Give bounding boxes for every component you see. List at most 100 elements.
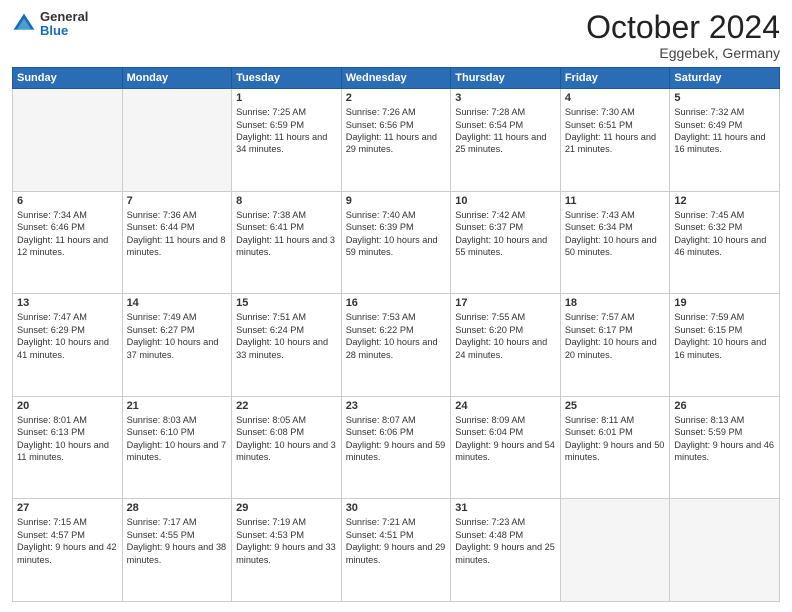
col-thursday: Thursday xyxy=(451,68,561,89)
day-info: Sunrise: 7:34 AMSunset: 6:46 PMDaylight:… xyxy=(17,209,118,259)
day-number: 12 xyxy=(674,195,775,207)
calendar-cell: 31 Sunrise: 7:23 AMSunset: 4:48 PMDayligh… xyxy=(451,499,561,602)
day-info: Sunrise: 7:21 AMSunset: 4:51 PMDaylight:… xyxy=(346,516,447,566)
day-number: 6 xyxy=(17,195,118,207)
title-block: October 2024 Eggebek, Germany xyxy=(586,10,780,61)
calendar-cell: 16Sunrise: 7:53 AMSunset: 6:22 PMDayligh… xyxy=(341,294,451,397)
header: General Blue October 2024 Eggebek, Germa… xyxy=(12,10,780,61)
day-info: Sunrise: 8:11 AMSunset: 6:01 PMDaylight:… xyxy=(565,414,666,464)
day-info: Sunrise: 8:01 AMSunset: 6:13 PMDaylight:… xyxy=(17,414,118,464)
day-number: 30 xyxy=(346,502,447,514)
col-monday: Monday xyxy=(122,68,232,89)
calendar-cell: 9 Sunrise: 7:40 AMSunset: 6:39 PMDaylight… xyxy=(341,191,451,294)
day-info: Sunrise: 7:32 AMSunset: 6:49 PMDaylight:… xyxy=(674,106,775,156)
calendar-cell: 20 Sunrise: 8:01 AMSunset: 6:13 PMDayligh… xyxy=(13,396,123,499)
day-number: 18 xyxy=(565,297,666,309)
day-info: Sunrise: 7:45 AMSunset: 6:32 PMDaylight:… xyxy=(674,209,775,259)
calendar-cell: 24 Sunrise: 8:09 AMSunset: 6:04 PMDayligh… xyxy=(451,396,561,499)
day-info: Sunrise: 7:49 AMSunset: 6:27 PMDaylight:… xyxy=(127,311,228,361)
calendar-cell: 5 Sunrise: 7:32 AMSunset: 6:49 PMDaylight… xyxy=(670,89,780,192)
day-number: 14 xyxy=(127,297,228,309)
col-wednesday: Wednesday xyxy=(341,68,451,89)
day-number: 10 xyxy=(455,195,556,207)
day-info: Sunrise: 7:28 AMSunset: 6:54 PMDaylight:… xyxy=(455,106,556,156)
calendar-cell xyxy=(560,499,670,602)
calendar-cell: 10 Sunrise: 7:42 AMSunset: 6:37 PMDayligh… xyxy=(451,191,561,294)
day-number: 17 xyxy=(455,297,556,309)
calendar-cell: 1 Sunrise: 7:25 AMSunset: 6:59 PMDaylight… xyxy=(232,89,342,192)
calendar-week-row: 27Sunrise: 7:15 AMSunset: 4:57 PMDayligh… xyxy=(13,499,780,602)
day-number: 26 xyxy=(674,400,775,412)
day-number: 21 xyxy=(127,400,228,412)
day-info: Sunrise: 8:05 AMSunset: 6:08 PMDaylight:… xyxy=(236,414,337,464)
calendar-cell: 19Sunrise: 7:59 AMSunset: 6:15 PMDayligh… xyxy=(670,294,780,397)
calendar-cell xyxy=(670,499,780,602)
day-number: 23 xyxy=(346,400,447,412)
calendar-header-row: Sunday Monday Tuesday Wednesday Thursday… xyxy=(13,68,780,89)
calendar-cell: 6 Sunrise: 7:34 AMSunset: 6:46 PMDaylight… xyxy=(13,191,123,294)
day-number: 9 xyxy=(346,195,447,207)
month-title: October 2024 xyxy=(586,10,780,45)
day-number: 3 xyxy=(455,92,556,104)
day-info: Sunrise: 7:43 AMSunset: 6:34 PMDaylight:… xyxy=(565,209,666,259)
calendar-cell: 8 Sunrise: 7:38 AMSunset: 6:41 PMDaylight… xyxy=(232,191,342,294)
day-number: 22 xyxy=(236,400,337,412)
calendar-week-row: 13 Sunrise: 7:47 AMSunset: 6:29 PMDayligh… xyxy=(13,294,780,397)
day-number: 31 xyxy=(455,502,556,514)
calendar-cell: 21 Sunrise: 8:03 AMSunset: 6:10 PMDayligh… xyxy=(122,396,232,499)
day-info: Sunrise: 7:23 AMSunset: 4:48 PMDaylight:… xyxy=(455,516,556,566)
calendar-week-row: 6 Sunrise: 7:34 AMSunset: 6:46 PMDaylight… xyxy=(13,191,780,294)
day-number: 20 xyxy=(17,400,118,412)
day-info: Sunrise: 7:55 AMSunset: 6:20 PMDaylight:… xyxy=(455,311,556,361)
day-info: Sunrise: 7:40 AMSunset: 6:39 PMDaylight:… xyxy=(346,209,447,259)
logo-blue-text: Blue xyxy=(40,24,88,38)
day-info: Sunrise: 7:30 AMSunset: 6:51 PMDaylight:… xyxy=(565,106,666,156)
calendar-cell: 23Sunrise: 8:07 AMSunset: 6:06 PMDayligh… xyxy=(341,396,451,499)
calendar-cell xyxy=(122,89,232,192)
day-info: Sunrise: 7:38 AMSunset: 6:41 PMDaylight:… xyxy=(236,209,337,259)
calendar-week-row: 1 Sunrise: 7:25 AMSunset: 6:59 PMDaylight… xyxy=(13,89,780,192)
day-number: 11 xyxy=(565,195,666,207)
calendar-cell: 3 Sunrise: 7:28 AMSunset: 6:54 PMDaylight… xyxy=(451,89,561,192)
calendar-cell: 12 Sunrise: 7:45 AMSunset: 6:32 PMDayligh… xyxy=(670,191,780,294)
calendar-cell: 11 Sunrise: 7:43 AMSunset: 6:34 PMDayligh… xyxy=(560,191,670,294)
day-info: Sunrise: 7:42 AMSunset: 6:37 PMDaylight:… xyxy=(455,209,556,259)
col-sunday: Sunday xyxy=(13,68,123,89)
location: Eggebek, Germany xyxy=(586,45,780,61)
day-info: Sunrise: 7:25 AMSunset: 6:59 PMDaylight:… xyxy=(236,106,337,156)
day-info: Sunrise: 7:57 AMSunset: 6:17 PMDaylight:… xyxy=(565,311,666,361)
calendar-cell: 29Sunrise: 7:19 AMSunset: 4:53 PMDayligh… xyxy=(232,499,342,602)
page: General Blue October 2024 Eggebek, Germa… xyxy=(0,0,792,612)
day-number: 4 xyxy=(565,92,666,104)
day-info: Sunrise: 7:26 AMSunset: 6:56 PMDaylight:… xyxy=(346,106,447,156)
calendar-cell: 2 Sunrise: 7:26 AMSunset: 6:56 PMDaylight… xyxy=(341,89,451,192)
day-number: 15 xyxy=(236,297,337,309)
day-number: 24 xyxy=(455,400,556,412)
day-info: Sunrise: 8:03 AMSunset: 6:10 PMDaylight:… xyxy=(127,414,228,464)
calendar-table: Sunday Monday Tuesday Wednesday Thursday… xyxy=(12,67,780,602)
calendar-cell: 13 Sunrise: 7:47 AMSunset: 6:29 PMDayligh… xyxy=(13,294,123,397)
calendar-cell: 27Sunrise: 7:15 AMSunset: 4:57 PMDayligh… xyxy=(13,499,123,602)
calendar-cell: 4 Sunrise: 7:30 AMSunset: 6:51 PMDaylight… xyxy=(560,89,670,192)
logo: General Blue xyxy=(12,10,88,39)
day-number: 5 xyxy=(674,92,775,104)
day-number: 2 xyxy=(346,92,447,104)
day-info: Sunrise: 7:47 AMSunset: 6:29 PMDaylight:… xyxy=(17,311,118,361)
calendar-cell: 26Sunrise: 8:13 AMSunset: 5:59 PMDayligh… xyxy=(670,396,780,499)
logo-text: General Blue xyxy=(40,10,88,39)
calendar-cell: 22 Sunrise: 8:05 AMSunset: 6:08 PMDayligh… xyxy=(232,396,342,499)
col-friday: Friday xyxy=(560,68,670,89)
day-number: 13 xyxy=(17,297,118,309)
day-info: Sunrise: 7:36 AMSunset: 6:44 PMDaylight:… xyxy=(127,209,228,259)
calendar-cell: 18 Sunrise: 7:57 AMSunset: 6:17 PMDayligh… xyxy=(560,294,670,397)
day-number: 25 xyxy=(565,400,666,412)
day-number: 8 xyxy=(236,195,337,207)
day-info: Sunrise: 7:15 AMSunset: 4:57 PMDaylight:… xyxy=(17,516,118,566)
day-info: Sunrise: 8:09 AMSunset: 6:04 PMDaylight:… xyxy=(455,414,556,464)
calendar-cell: 30 Sunrise: 7:21 AMSunset: 4:51 PMDayligh… xyxy=(341,499,451,602)
day-number: 29 xyxy=(236,502,337,514)
logo-general-text: General xyxy=(40,10,88,24)
day-info: Sunrise: 7:17 AMSunset: 4:55 PMDaylight:… xyxy=(127,516,228,566)
day-number: 1 xyxy=(236,92,337,104)
calendar-cell: 25 Sunrise: 8:11 AMSunset: 6:01 PMDayligh… xyxy=(560,396,670,499)
